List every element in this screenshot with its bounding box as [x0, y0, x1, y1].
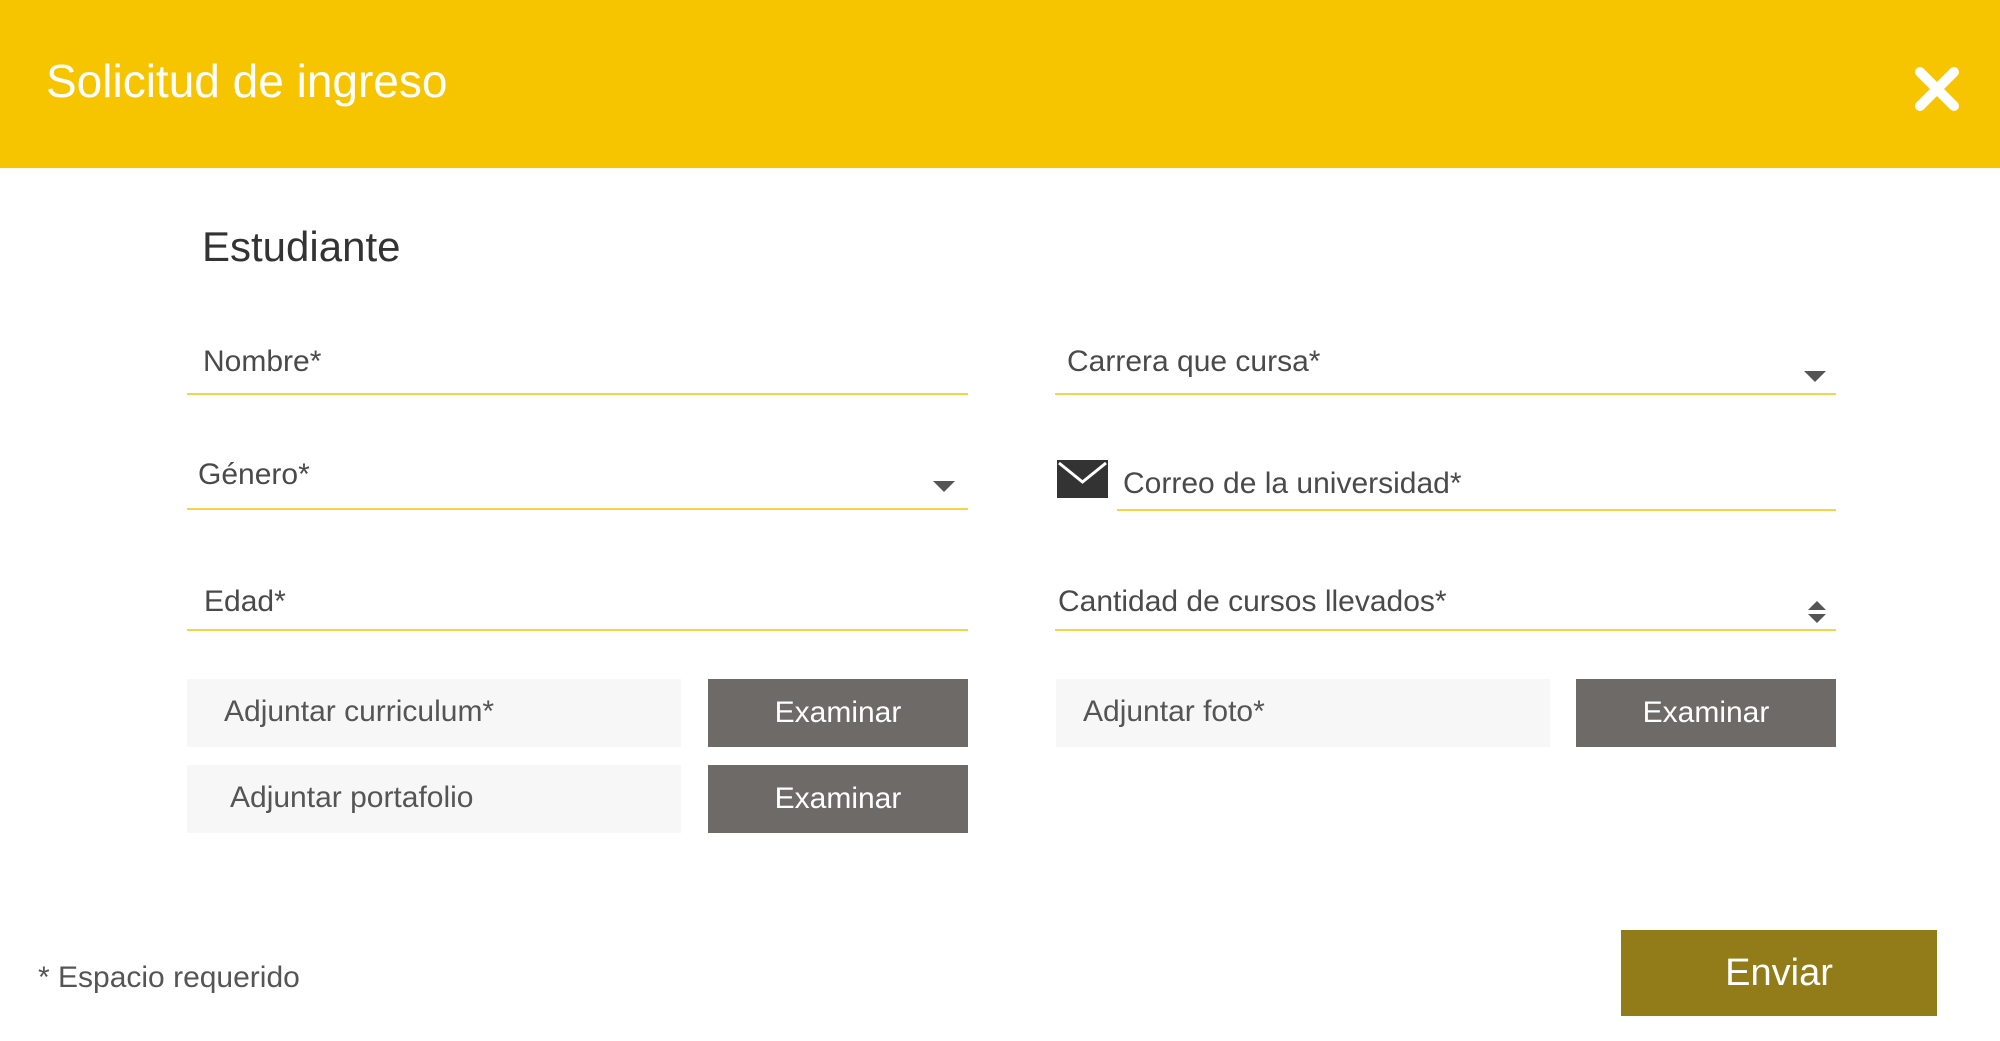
curriculum-browse-button[interactable]: Examinar	[708, 679, 968, 747]
mail-icon	[1057, 460, 1108, 498]
foto-label: Adjuntar foto*	[1083, 695, 1265, 728]
nombre-field[interactable]: Nombre*	[187, 333, 968, 395]
required-note: * Espacio requerido	[38, 961, 300, 994]
dialog-header: Solicitud de ingreso	[0, 0, 2000, 168]
spinner-icon[interactable]	[1807, 599, 1827, 625]
section-title: Estudiante	[202, 223, 401, 270]
cantidad-field[interactable]: Cantidad de cursos llevados*	[1055, 569, 1836, 631]
portafolio-file-field: Adjuntar portafolio	[187, 765, 681, 833]
dialog-title: Solicitud de ingreso	[46, 55, 448, 107]
edad-label: Edad*	[204, 585, 286, 618]
edad-field[interactable]: Edad*	[187, 569, 968, 631]
cantidad-label: Cantidad de cursos llevados*	[1058, 585, 1447, 618]
foto-file-field: Adjuntar foto*	[1056, 679, 1550, 747]
carrera-select[interactable]: Carrera que cursa*	[1055, 333, 1836, 395]
submit-button[interactable]: Enviar	[1621, 930, 1937, 1016]
correo-label: Correo de la universidad*	[1123, 467, 1462, 500]
carrera-label: Carrera que cursa*	[1067, 345, 1321, 378]
chevron-down-icon	[933, 481, 955, 492]
portafolio-label: Adjuntar portafolio	[230, 781, 474, 814]
nombre-label: Nombre*	[203, 345, 322, 378]
portafolio-browse-button[interactable]: Examinar	[708, 765, 968, 833]
curriculum-label: Adjuntar curriculum*	[224, 695, 495, 728]
foto-browse-button[interactable]: Examinar	[1576, 679, 1836, 747]
application-dialog: Solicitud de ingreso Estudiante Nombre* …	[0, 0, 2000, 1041]
close-icon	[1915, 67, 1959, 111]
chevron-down-icon	[1804, 371, 1826, 382]
curriculum-file-field: Adjuntar curriculum*	[187, 679, 681, 747]
genero-label: Género*	[198, 458, 310, 491]
correo-field[interactable]: Correo de la universidad*	[1117, 449, 1836, 511]
genero-select[interactable]: Género*	[187, 448, 968, 510]
close-button[interactable]	[1912, 64, 1962, 114]
